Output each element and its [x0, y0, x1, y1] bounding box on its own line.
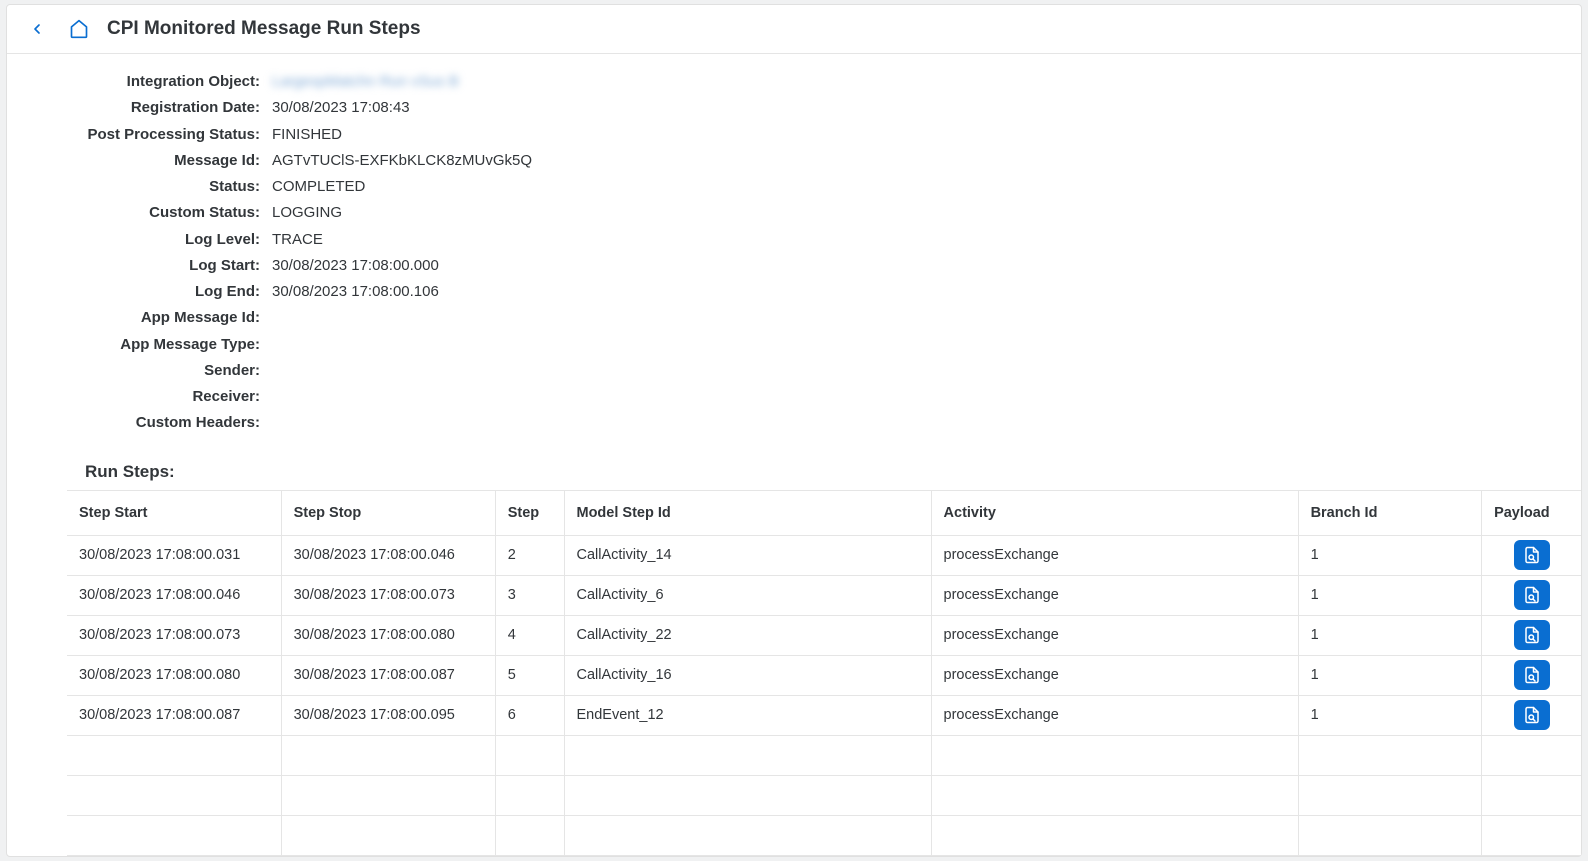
details-block: Integration Object:LargespMatchn Run vSu… — [7, 54, 1581, 446]
cell-branch-id: 1 — [1298, 655, 1482, 695]
label-message-id: Message Id: — [37, 149, 272, 172]
value-log-start: 30/08/2023 17:08:00.000 — [272, 254, 439, 277]
table-row-empty — [67, 815, 1581, 855]
cell-step-stop: 30/08/2023 17:08:00.073 — [281, 575, 495, 615]
table-row[interactable]: 30/08/2023 17:08:00.04630/08/2023 17:08:… — [67, 575, 1581, 615]
cell-activity: processExchange — [931, 695, 1298, 735]
label-log-start: Log Start: — [37, 254, 272, 277]
page-title: CPI Monitored Message Run Steps — [107, 18, 421, 40]
label-receiver: Receiver: — [37, 385, 272, 408]
cell-step-start: 30/08/2023 17:08:00.087 — [67, 695, 281, 735]
cell-activity: processExchange — [931, 655, 1298, 695]
table-row[interactable]: 30/08/2023 17:08:00.07330/08/2023 17:08:… — [67, 615, 1581, 655]
payload-button[interactable] — [1514, 540, 1550, 570]
cell-step: 4 — [495, 615, 564, 655]
cell-payload — [1482, 695, 1581, 735]
col-model-step-id[interactable]: Model Step Id — [564, 491, 931, 536]
table-row[interactable]: 30/08/2023 17:08:00.08030/08/2023 17:08:… — [67, 655, 1581, 695]
cell-step-stop: 30/08/2023 17:08:00.080 — [281, 615, 495, 655]
cell-step-start: 30/08/2023 17:08:00.046 — [67, 575, 281, 615]
cell-branch-id: 1 — [1298, 615, 1482, 655]
value-custom-status: LOGGING — [272, 201, 342, 224]
payload-button[interactable] — [1514, 660, 1550, 690]
cell-payload — [1482, 615, 1581, 655]
cell-payload — [1482, 655, 1581, 695]
payload-icon — [1523, 626, 1541, 644]
cell-step-stop: 30/08/2023 17:08:00.095 — [281, 695, 495, 735]
cell-step-start: 30/08/2023 17:08:00.080 — [67, 655, 281, 695]
table-header-row: Step Start Step Stop Step Model Step Id … — [67, 491, 1581, 536]
label-integration-object: Integration Object: — [37, 70, 272, 93]
col-activity[interactable]: Activity — [931, 491, 1298, 536]
cell-step-start: 30/08/2023 17:08:00.073 — [67, 615, 281, 655]
col-step-stop[interactable]: Step Stop — [281, 491, 495, 536]
cell-model-step-id: EndEvent_12 — [564, 695, 931, 735]
value-message-id: AGTvTUClS-EXFKbKLCK8zMUvGk5Q — [272, 149, 532, 172]
table-row-empty — [67, 775, 1581, 815]
cell-step: 3 — [495, 575, 564, 615]
cell-model-step-id: CallActivity_6 — [564, 575, 931, 615]
cell-step-stop: 30/08/2023 17:08:00.087 — [281, 655, 495, 695]
cell-step: 2 — [495, 535, 564, 575]
value-log-level: TRACE — [272, 228, 323, 251]
chevron-left-icon — [29, 21, 45, 37]
cell-step: 6 — [495, 695, 564, 735]
label-registration-date: Registration Date: — [37, 96, 272, 119]
run-steps-title: Run Steps: — [67, 452, 1581, 491]
label-custom-status: Custom Status: — [37, 201, 272, 224]
cell-activity: processExchange — [931, 575, 1298, 615]
col-step-start[interactable]: Step Start — [67, 491, 281, 536]
home-icon — [69, 19, 89, 39]
cell-payload — [1482, 535, 1581, 575]
header-bar: CPI Monitored Message Run Steps — [7, 5, 1581, 54]
value-log-end: 30/08/2023 17:08:00.106 — [272, 280, 439, 303]
payload-button[interactable] — [1514, 700, 1550, 730]
col-branch-id[interactable]: Branch Id — [1298, 491, 1482, 536]
cell-step: 5 — [495, 655, 564, 695]
cell-step-stop: 30/08/2023 17:08:00.046 — [281, 535, 495, 575]
payload-icon — [1523, 546, 1541, 564]
table-row[interactable]: 30/08/2023 17:08:00.03130/08/2023 17:08:… — [67, 535, 1581, 575]
cell-branch-id: 1 — [1298, 695, 1482, 735]
home-button[interactable] — [65, 15, 93, 43]
col-payload[interactable]: Payload — [1482, 491, 1581, 536]
label-custom-headers: Custom Headers: — [37, 411, 272, 434]
cell-model-step-id: CallActivity_22 — [564, 615, 931, 655]
label-log-end: Log End: — [37, 280, 272, 303]
payload-button[interactable] — [1514, 580, 1550, 610]
value-post-processing-status: FINISHED — [272, 123, 342, 146]
label-log-level: Log Level: — [37, 228, 272, 251]
payload-icon — [1523, 586, 1541, 604]
run-steps-section: Run Steps: Step Start Step Stop Step Mod… — [67, 452, 1581, 856]
table-row[interactable]: 30/08/2023 17:08:00.08730/08/2023 17:08:… — [67, 695, 1581, 735]
label-app-message-id: App Message Id: — [37, 306, 272, 329]
payload-button[interactable] — [1514, 620, 1550, 650]
cell-model-step-id: CallActivity_16 — [564, 655, 931, 695]
back-button[interactable] — [23, 15, 51, 43]
cell-payload — [1482, 575, 1581, 615]
table-row-empty — [67, 735, 1581, 775]
cell-activity: processExchange — [931, 615, 1298, 655]
value-registration-date: 30/08/2023 17:08:43 — [272, 96, 410, 119]
cell-branch-id: 1 — [1298, 535, 1482, 575]
label-status: Status: — [37, 175, 272, 198]
cell-branch-id: 1 — [1298, 575, 1482, 615]
cell-model-step-id: CallActivity_14 — [564, 535, 931, 575]
run-steps-table: Step Start Step Stop Step Model Step Id … — [67, 491, 1581, 856]
value-status: COMPLETED — [272, 175, 365, 198]
value-integration-object: LargespMatchn Run vSus B — [272, 70, 459, 93]
payload-icon — [1523, 666, 1541, 684]
payload-icon — [1523, 706, 1541, 724]
label-app-message-type: App Message Type: — [37, 333, 272, 356]
label-post-processing-status: Post Processing Status: — [37, 123, 272, 146]
cell-activity: processExchange — [931, 535, 1298, 575]
cell-step-start: 30/08/2023 17:08:00.031 — [67, 535, 281, 575]
label-sender: Sender: — [37, 359, 272, 382]
col-step[interactable]: Step — [495, 491, 564, 536]
